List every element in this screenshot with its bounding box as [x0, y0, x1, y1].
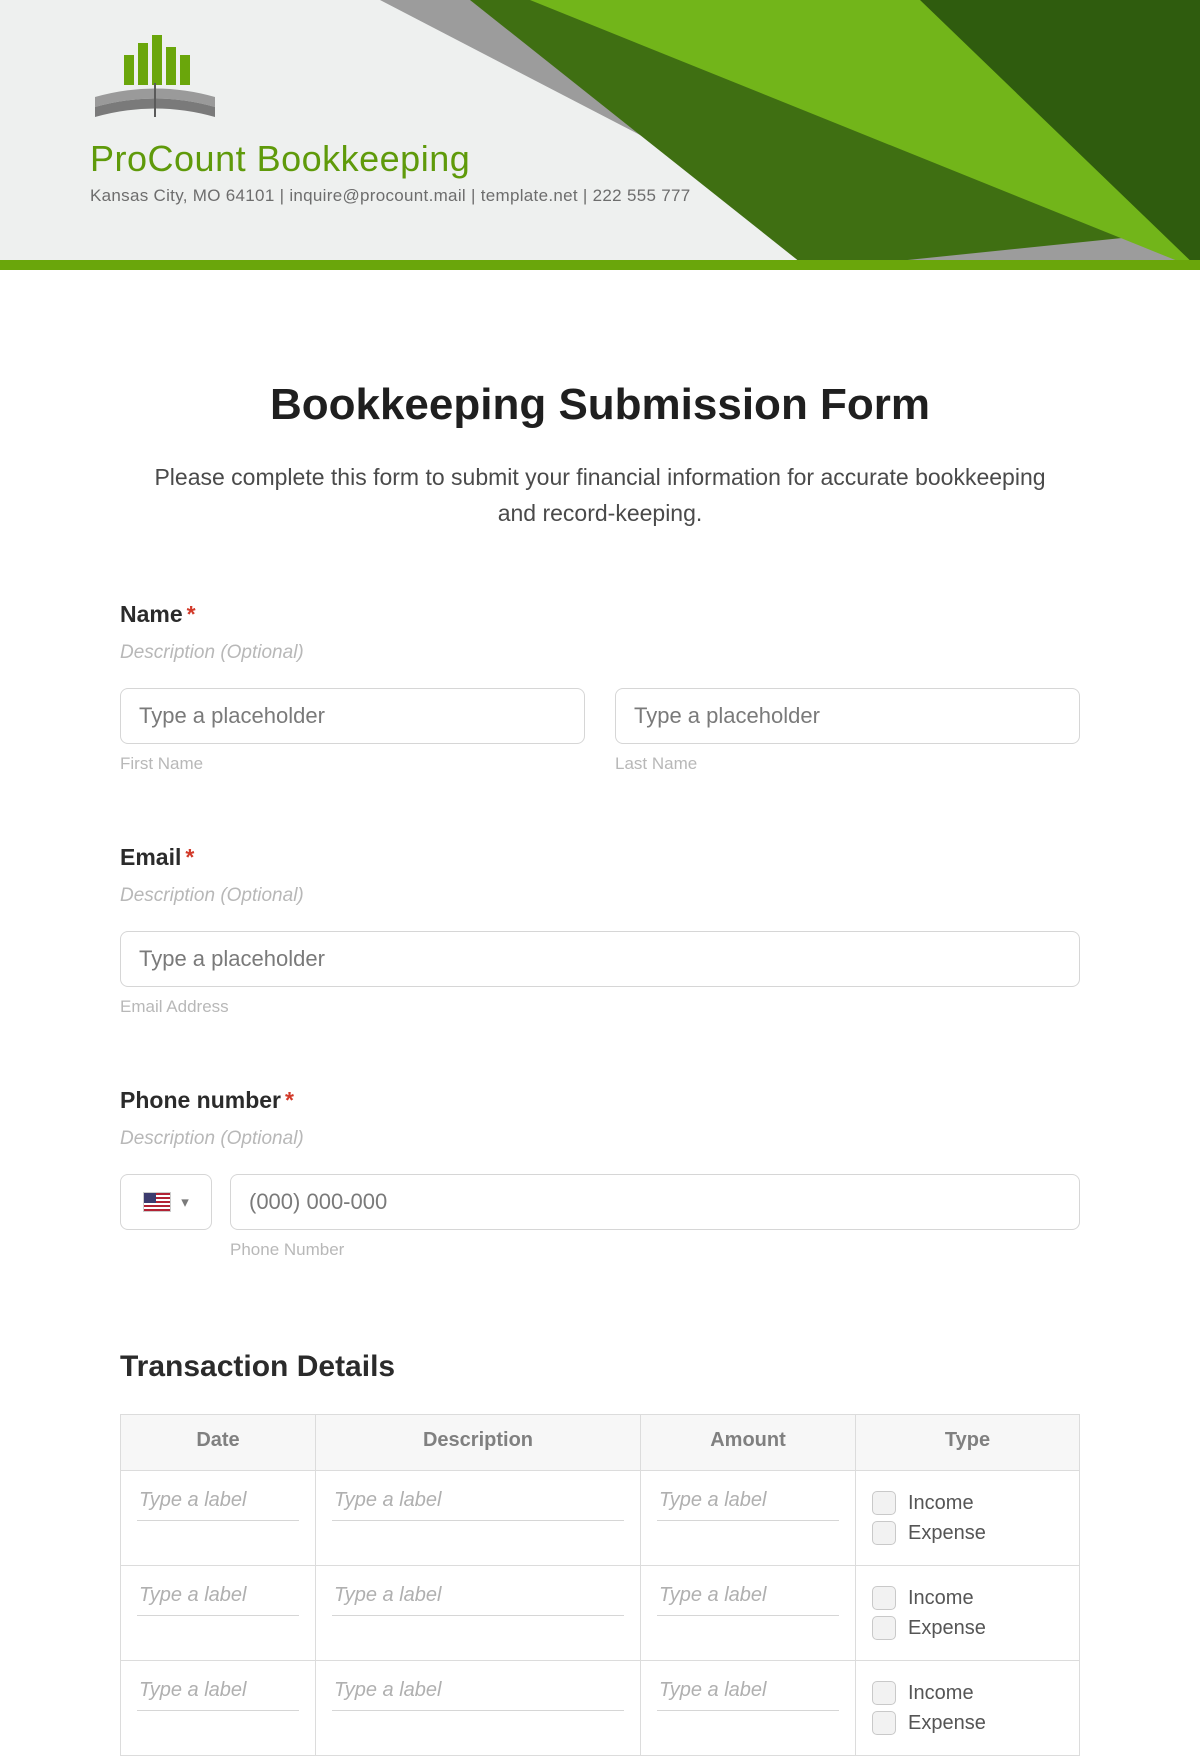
- phone-label: Phone number*: [120, 1087, 1080, 1114]
- country-code-select[interactable]: ▾: [120, 1174, 212, 1230]
- phone-sublabel: Phone Number: [230, 1240, 1080, 1260]
- phone-description: Description (Optional): [120, 1128, 1080, 1150]
- description-cell-input[interactable]: [332, 1485, 624, 1521]
- table-header-row: Date Description Amount Type: [121, 1415, 1080, 1471]
- date-cell-input[interactable]: [137, 1485, 299, 1521]
- email-field-group: Email* Description (Optional) Email Addr…: [120, 844, 1080, 1017]
- col-description: Description: [316, 1415, 641, 1471]
- table-row: Income Expense: [121, 1471, 1080, 1566]
- phone-field-group: Phone number* Description (Optional) ▾ P…: [120, 1087, 1080, 1260]
- brand-name: ProCount Bookkeeping: [90, 138, 790, 180]
- email-label: Email*: [120, 844, 1080, 871]
- phone-input[interactable]: [230, 1174, 1080, 1230]
- table-row: Income Expense: [121, 1661, 1080, 1756]
- page-intro: Please complete this form to submit your…: [135, 460, 1065, 531]
- table-row: Income Expense: [121, 1566, 1080, 1661]
- page-title: Bookkeeping Submission Form: [120, 380, 1080, 430]
- required-mark: *: [285, 1087, 294, 1113]
- expense-label: Expense: [908, 1522, 986, 1545]
- required-mark: *: [187, 601, 196, 627]
- form-container: Bookkeeping Submission Form Please compl…: [120, 270, 1080, 1756]
- name-label: Name*: [120, 601, 1080, 628]
- description-cell-input[interactable]: [332, 1580, 624, 1616]
- last-name-input[interactable]: [615, 688, 1080, 744]
- transaction-section-title: Transaction Details: [120, 1350, 1080, 1384]
- expense-checkbox[interactable]: [872, 1521, 896, 1545]
- email-description: Description (Optional): [120, 885, 1080, 907]
- date-cell-input[interactable]: [137, 1675, 299, 1711]
- expense-checkbox[interactable]: [872, 1616, 896, 1640]
- first-name-input[interactable]: [120, 688, 585, 744]
- email-label-text: Email: [120, 844, 181, 870]
- brand-meta: Kansas City, MO 64101 | inquire@procount…: [90, 186, 790, 206]
- expense-label: Expense: [908, 1712, 986, 1735]
- income-checkbox[interactable]: [872, 1586, 896, 1610]
- expense-checkbox[interactable]: [872, 1711, 896, 1735]
- us-flag-icon: [143, 1192, 171, 1212]
- col-amount: Amount: [641, 1415, 856, 1471]
- amount-cell-input[interactable]: [657, 1580, 839, 1616]
- income-checkbox[interactable]: [872, 1491, 896, 1515]
- name-label-text: Name: [120, 601, 183, 627]
- name-description: Description (Optional): [120, 642, 1080, 664]
- income-label: Income: [908, 1492, 974, 1515]
- header: ProCount Bookkeeping Kansas City, MO 641…: [0, 0, 1200, 270]
- email-input[interactable]: [120, 931, 1080, 987]
- income-label: Income: [908, 1587, 974, 1610]
- transaction-table: Date Description Amount Type Income Expen…: [120, 1414, 1080, 1756]
- col-type: Type: [856, 1415, 1080, 1471]
- logo-block: ProCount Bookkeeping Kansas City, MO 641…: [90, 25, 790, 206]
- date-cell-input[interactable]: [137, 1580, 299, 1616]
- income-label: Income: [908, 1682, 974, 1705]
- name-field-group: Name* Description (Optional) First Name …: [120, 601, 1080, 774]
- phone-label-text: Phone number: [120, 1087, 281, 1113]
- col-date: Date: [121, 1415, 316, 1471]
- amount-cell-input[interactable]: [657, 1485, 839, 1521]
- chevron-down-icon: ▾: [181, 1193, 189, 1211]
- description-cell-input[interactable]: [332, 1675, 624, 1711]
- first-name-sublabel: First Name: [120, 754, 585, 774]
- email-sublabel: Email Address: [120, 997, 1080, 1017]
- expense-label: Expense: [908, 1617, 986, 1640]
- brand-logo-icon: [90, 25, 220, 125]
- amount-cell-input[interactable]: [657, 1675, 839, 1711]
- last-name-sublabel: Last Name: [615, 754, 1080, 774]
- required-mark: *: [185, 844, 194, 870]
